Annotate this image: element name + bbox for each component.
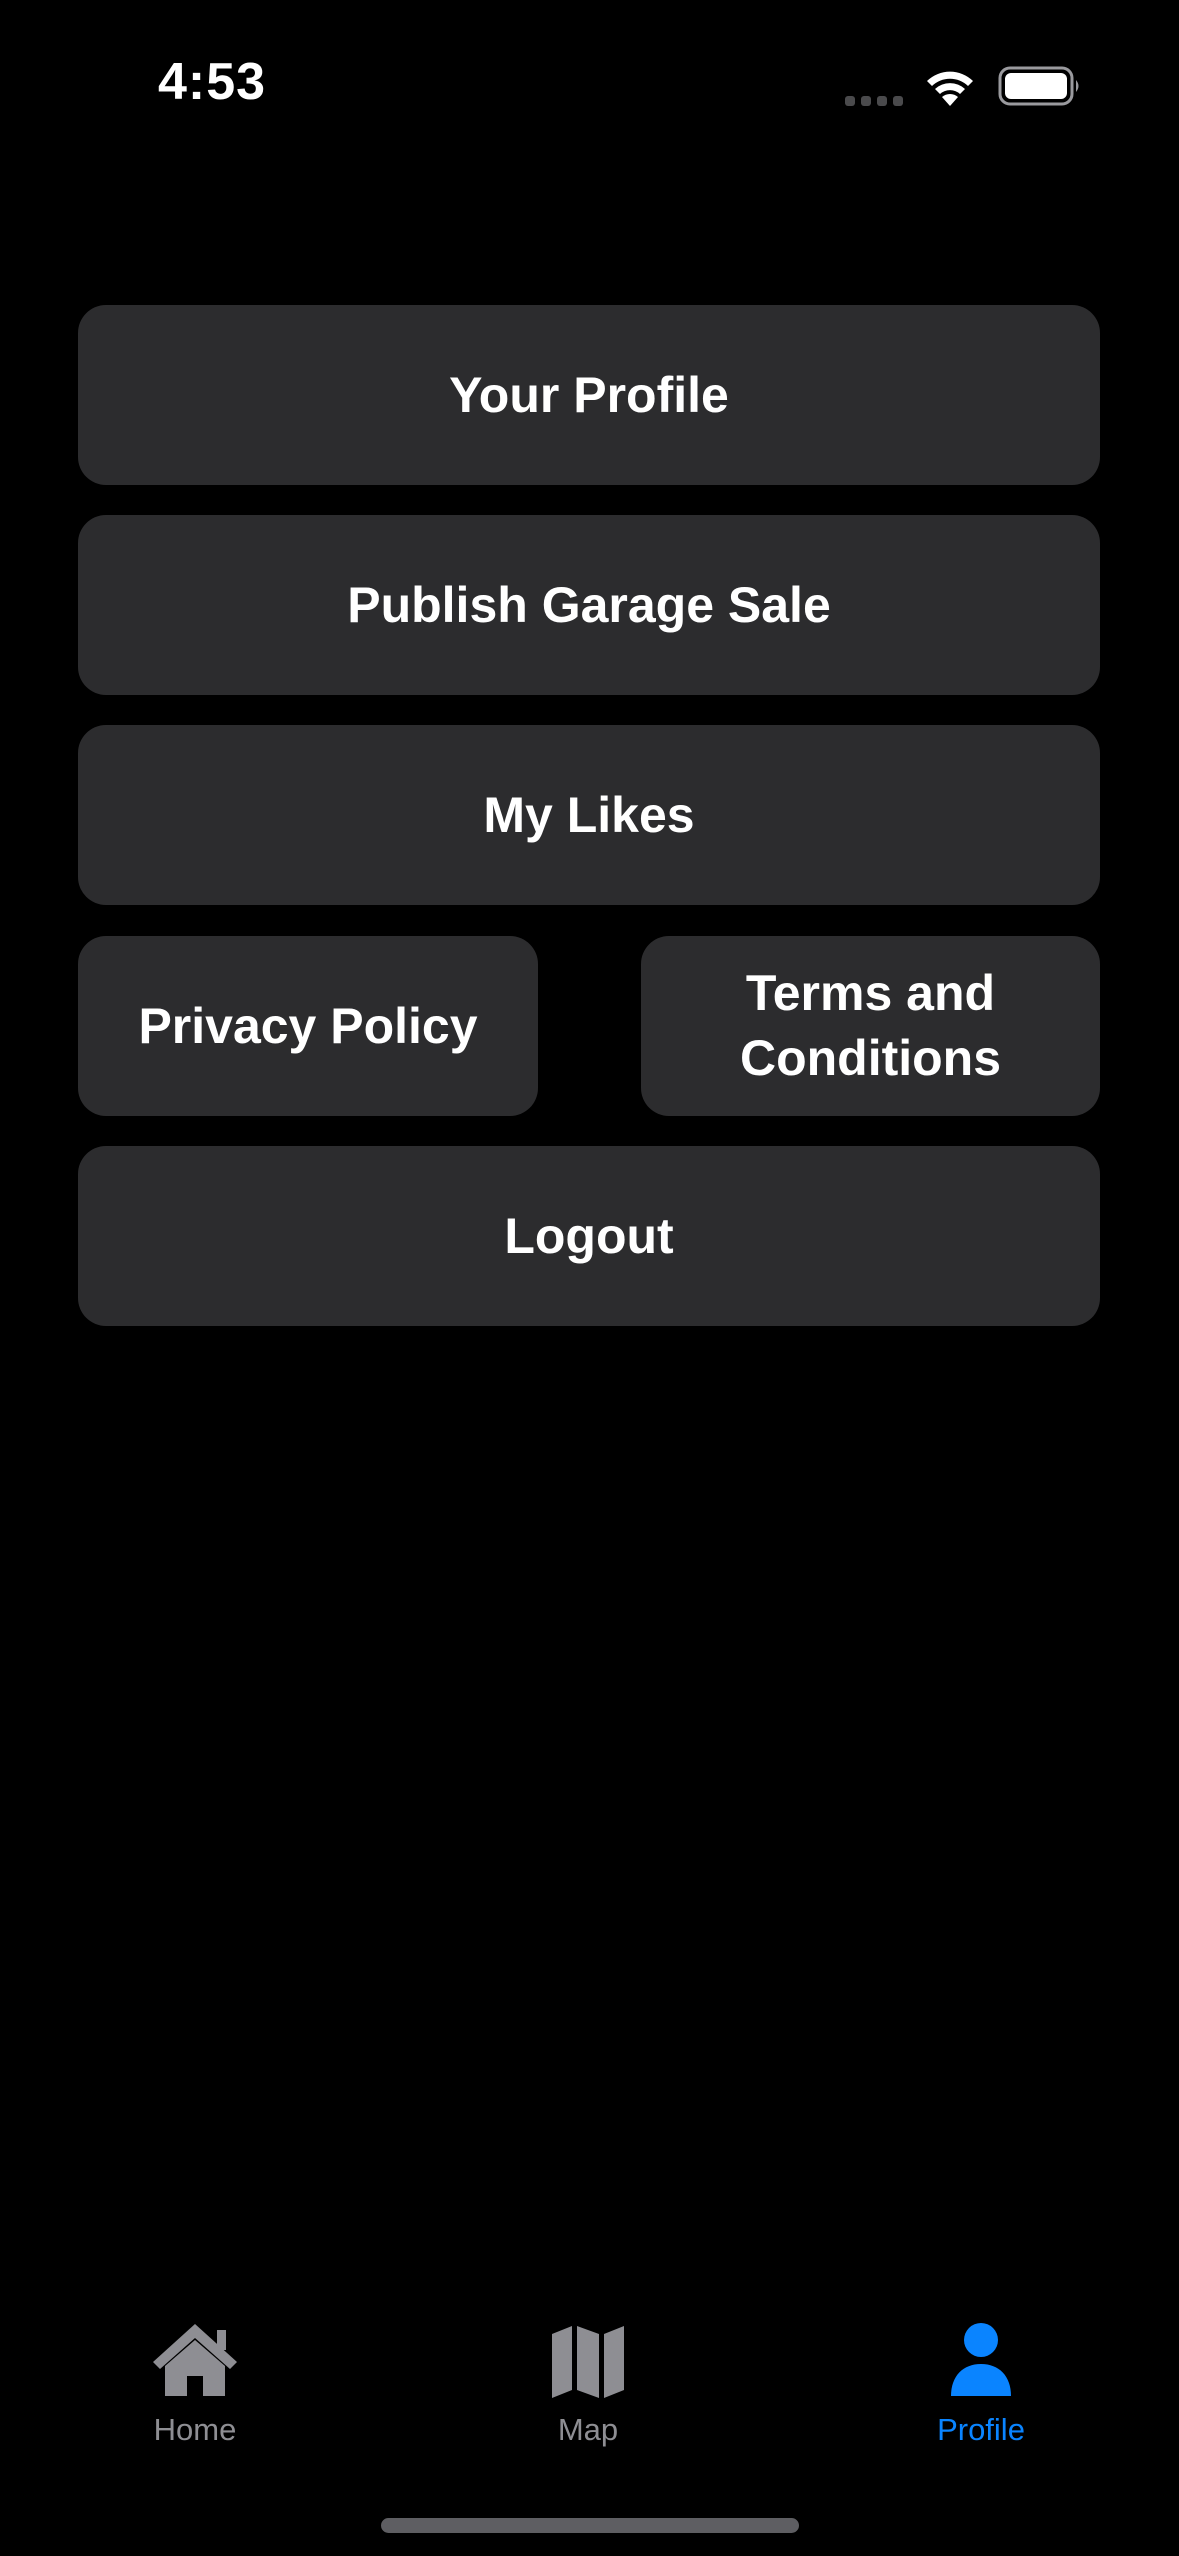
terms-and-conditions-button[interactable]: Terms and Conditions [641,936,1100,1116]
privacy-policy-button[interactable]: Privacy Policy [78,936,538,1116]
my-likes-button[interactable]: My Likes [78,725,1100,905]
wifi-icon [927,71,973,106]
publish-garage-sale-button[interactable]: Publish Garage Sale [78,515,1100,695]
home-indicator [381,2518,799,2533]
tab-map[interactable]: Map [488,2320,688,2450]
your-profile-button[interactable]: Your Profile [78,305,1100,485]
tab-profile[interactable]: Profile [881,2320,1081,2450]
tab-home[interactable]: Home [95,2320,295,2450]
tab-home-label: Home [153,2412,237,2447]
tab-profile-label: Profile [937,2412,1025,2447]
tab-map-label: Map [557,2412,619,2447]
cellular-signal-icon [845,96,903,106]
status-time: 4:53 [158,53,267,111]
map-icon [552,2326,624,2398]
person-icon [951,2323,1011,2396]
logout-button[interactable]: Logout [78,1146,1100,1326]
house-icon [153,2324,237,2396]
battery-icon [998,66,1079,106]
